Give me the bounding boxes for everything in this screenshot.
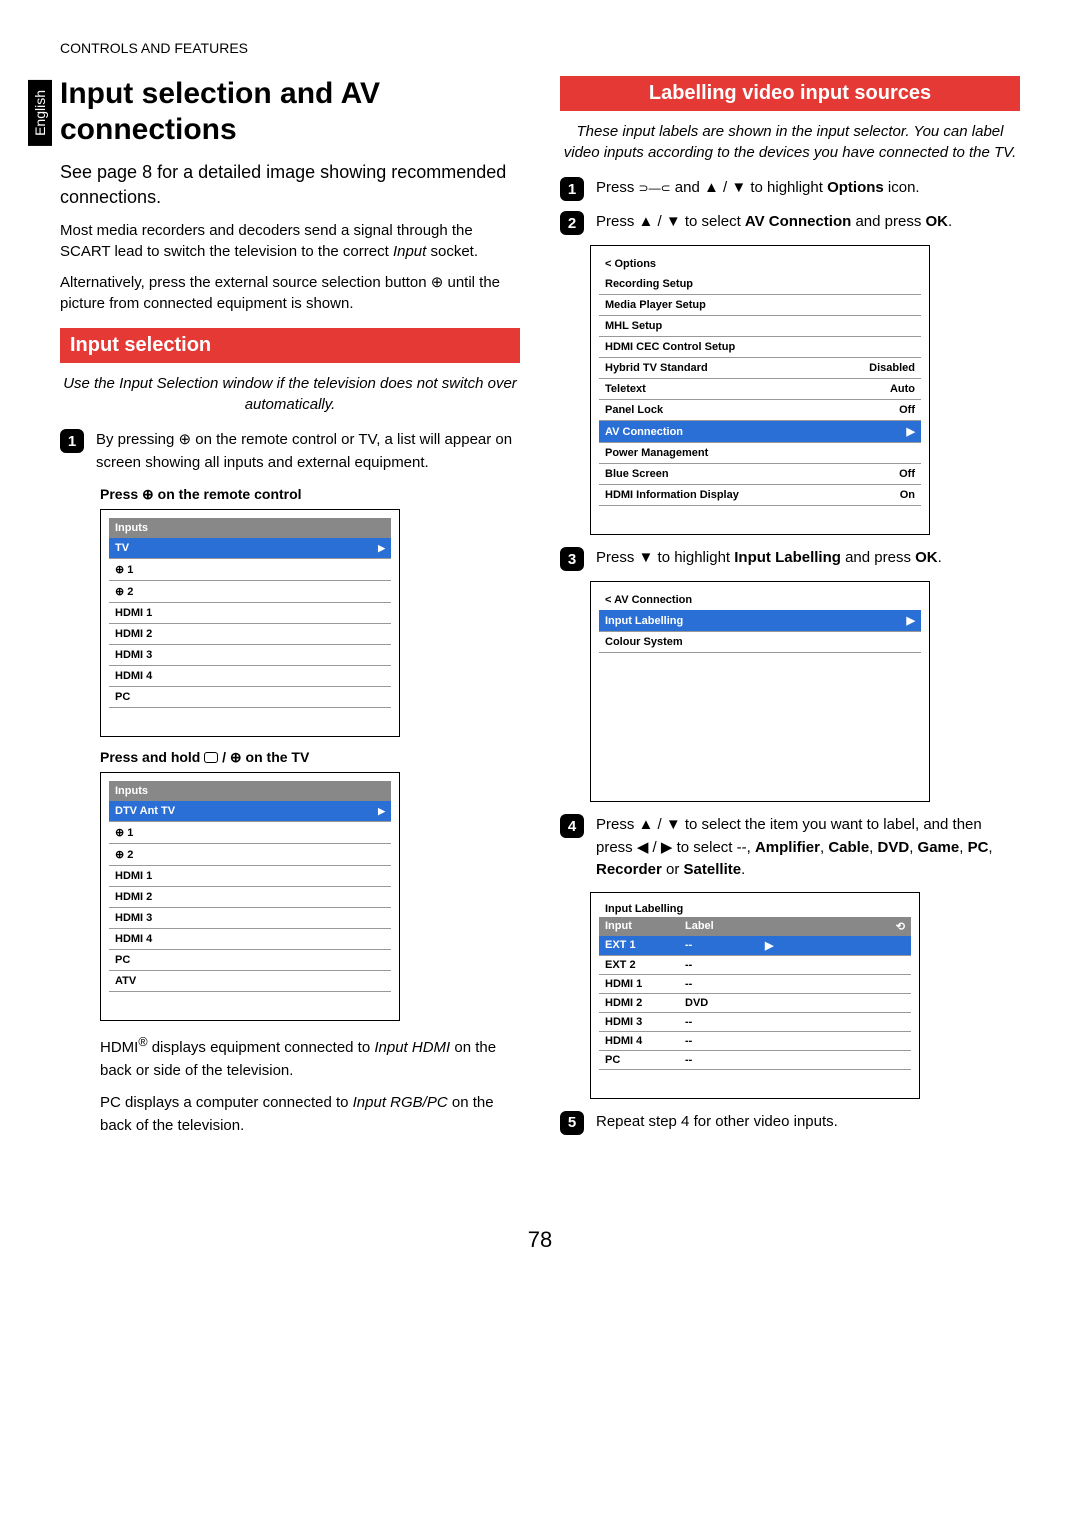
intro-input-selection: Use the Input Selection window if the te… <box>60 373 520 415</box>
menu-item: Power Management <box>599 443 921 464</box>
wrench-icon: ⊃—⊂ <box>639 181 671 195</box>
step-1-left: 1 By pressing ⊕ on the remote control or… <box>60 429 520 474</box>
table-row: HDMI 4-- <box>599 1032 911 1051</box>
menu-item: DTV Ant TV▶ <box>109 801 391 822</box>
menu-item: HDMI 1 <box>109 866 391 887</box>
step-number-icon: 4 <box>560 814 584 838</box>
page-number: 78 <box>60 1227 1020 1253</box>
paragraph-source-button: Alternatively, press the external source… <box>60 272 520 314</box>
menu-item: Media Player Setup <box>599 295 921 316</box>
menu-item: AV Connection▶ <box>599 421 921 443</box>
step-1-right: 1 Press ⊃—⊂ and ▲ / ▼ to highlight Optio… <box>560 177 1020 201</box>
intro-labelling: These input labels are shown in the inpu… <box>560 121 1020 163</box>
menu-item: Recording Setup <box>599 274 921 295</box>
section-labelling: Labelling video input sources <box>560 76 1020 111</box>
header-chapter: CONTROLS AND FEATURES <box>60 40 1020 56</box>
table-input-labelling: Input Labelling Input Label ⟲ EXT 1--▶EX… <box>590 892 920 1099</box>
reset-icon: ⟲ <box>765 920 905 933</box>
step-text: Press ▲ / ▼ to select AV Connection and … <box>596 211 1020 234</box>
menu-item: PC <box>109 950 391 971</box>
step-2-right: 2 Press ▲ / ▼ to select AV Connection an… <box>560 211 1020 235</box>
section-input-selection: Input selection <box>60 328 520 363</box>
table-row: HDMI 2DVD <box>599 994 911 1013</box>
menu-back-link: < Options <box>599 254 921 274</box>
menu-header: Inputs <box>109 518 391 538</box>
menu-options: < Options Recording SetupMedia Player Se… <box>590 245 930 535</box>
menu-item: Panel LockOff <box>599 400 921 421</box>
menu-item: HDMI 4 <box>109 666 391 687</box>
paragraph-scart: Most media recorders and decoders send a… <box>60 220 520 262</box>
right-column: Labelling video input sources These inpu… <box>560 76 1020 1147</box>
menu-item: HDMI 3 <box>109 645 391 666</box>
menu-item: HDMI 2 <box>109 887 391 908</box>
paragraph-pc-note: PC displays a computer connected to Inpu… <box>100 1092 520 1137</box>
menu-item: HDMI CEC Control Setup <box>599 337 921 358</box>
table-title: Input Labelling <box>599 901 911 917</box>
menu-header: Inputs <box>109 781 391 801</box>
step-number-icon: 1 <box>60 429 84 453</box>
menu-item: TeletextAuto <box>599 379 921 400</box>
left-column: Input selection and AV connections See p… <box>60 76 520 1147</box>
table-header-row: Input Label ⟲ <box>599 917 911 936</box>
table-row: PC-- <box>599 1051 911 1070</box>
menu-back-link: < AV Connection <box>599 590 921 610</box>
page-title: Input selection and AV connections <box>60 76 520 148</box>
menu-item: HDMI 4 <box>109 929 391 950</box>
menu-item: ⊕ 2 <box>109 581 391 603</box>
table-row: EXT 2-- <box>599 956 911 975</box>
menu-item: HDMI 3 <box>109 908 391 929</box>
table-row: EXT 1--▶ <box>599 936 911 956</box>
menu-item: Colour System <box>599 632 921 653</box>
step-text: Press ▼ to highlight Input Labelling and… <box>596 547 1020 570</box>
menu-inputs-tv: Inputs DTV Ant TV▶⊕ 1⊕ 2HDMI 1HDMI 2HDMI… <box>100 772 400 1021</box>
menu-item: MHL Setup <box>599 316 921 337</box>
menu-item: HDMI 2 <box>109 624 391 645</box>
language-tab: English <box>28 80 52 146</box>
step-number-icon: 5 <box>560 1111 584 1135</box>
menu-item: Blue ScreenOff <box>599 464 921 485</box>
sublabel-tv: Press and hold / ⊕ on the TV <box>100 749 520 766</box>
menu-item: ⊕ 1 <box>109 822 391 844</box>
menu-item: Input Labelling▶ <box>599 610 921 632</box>
menu-item: ⊕ 1 <box>109 559 391 581</box>
menu-item: ⊕ 2 <box>109 844 391 866</box>
menu-item: HDMI Information DisplayOn <box>599 485 921 506</box>
p-button-icon <box>204 752 218 763</box>
step-text: Repeat step 4 for other video inputs. <box>596 1111 1020 1134</box>
step-number-icon: 1 <box>560 177 584 201</box>
table-row: HDMI 1-- <box>599 975 911 994</box>
step-number-icon: 3 <box>560 547 584 571</box>
sublabel-remote: Press ⊕ on the remote control <box>100 486 520 503</box>
step-5-right: 5 Repeat step 4 for other video inputs. <box>560 1111 1020 1135</box>
step-text: Press ▲ / ▼ to select the item you want … <box>596 814 1020 882</box>
menu-inputs-remote: Inputs TV▶⊕ 1⊕ 2HDMI 1HDMI 2HDMI 3HDMI 4… <box>100 509 400 737</box>
menu-item: HDMI 1 <box>109 603 391 624</box>
table-row: HDMI 3-- <box>599 1013 911 1032</box>
lead-paragraph: See page 8 for a detailed image showing … <box>60 160 520 210</box>
step-3-right: 3 Press ▼ to highlight Input Labelling a… <box>560 547 1020 571</box>
menu-item: PC <box>109 687 391 708</box>
step-number-icon: 2 <box>560 211 584 235</box>
menu-av-connection: < AV Connection Input Labelling▶Colour S… <box>590 581 930 802</box>
menu-item: ATV <box>109 971 391 992</box>
paragraph-hdmi-note: HDMI® displays equipment connected to In… <box>100 1033 520 1082</box>
two-column-layout: Input selection and AV connections See p… <box>60 76 1020 1147</box>
menu-item: TV▶ <box>109 538 391 559</box>
menu-item: Hybrid TV StandardDisabled <box>599 358 921 379</box>
step-text: Press ⊃—⊂ and ▲ / ▼ to highlight Options… <box>596 177 1020 200</box>
step-1-text: By pressing ⊕ on the remote control or T… <box>96 429 520 474</box>
step-4-right: 4 Press ▲ / ▼ to select the item you wan… <box>560 814 1020 882</box>
